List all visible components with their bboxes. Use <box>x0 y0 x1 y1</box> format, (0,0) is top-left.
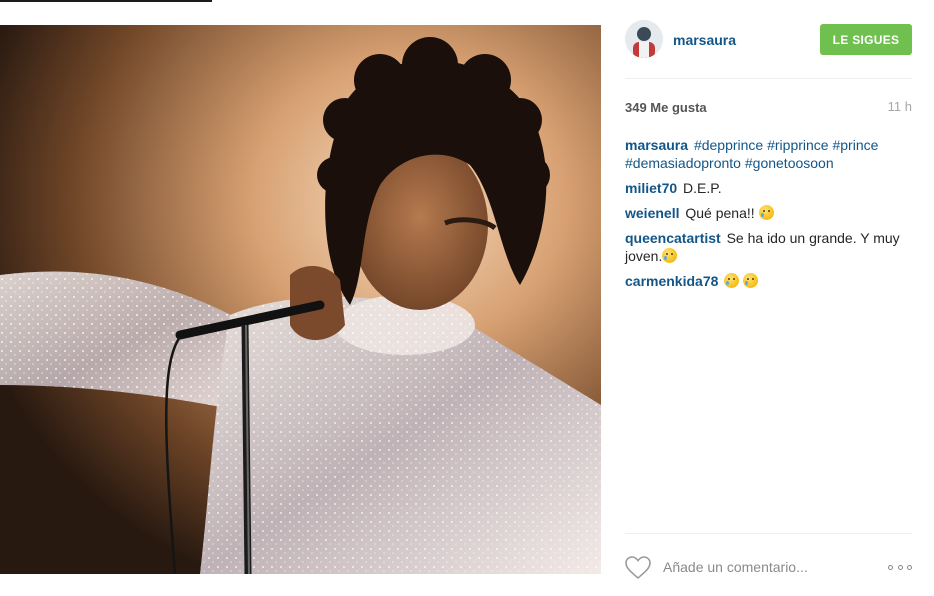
following-button[interactable]: LE SIGUES <box>820 24 912 55</box>
crying-face-icon <box>662 248 678 263</box>
comment-item: miliet70 D.E.P. <box>625 179 912 197</box>
author-avatar[interactable] <box>625 20 663 58</box>
post-side-panel: marsaura LE SIGUES 349 Me gusta 11 h mar… <box>625 0 912 596</box>
more-options-icon[interactable] <box>888 562 912 572</box>
comment-list: marsaura #depprince #ripprince #prince #… <box>625 136 912 297</box>
hashtag-link[interactable]: #demasiadopronto <box>625 155 741 171</box>
comment-item: weienell Qué pena!! <box>625 204 912 222</box>
post-stats: 349 Me gusta 11 h <box>625 99 912 117</box>
comment-item: carmenkida78 <box>625 272 912 290</box>
caption-username[interactable]: marsaura <box>625 137 688 153</box>
post-time[interactable]: 11 h <box>888 99 912 114</box>
comment-username[interactable]: queencatartist <box>625 230 721 246</box>
post-photo[interactable] <box>0 25 601 574</box>
crying-face-icon <box>758 205 774 220</box>
top-strip <box>0 0 601 25</box>
comment-username[interactable]: miliet70 <box>625 180 677 196</box>
hashtag-link[interactable]: #gonetoosoon <box>745 155 834 171</box>
comment-username[interactable]: carmenkida78 <box>625 273 718 289</box>
add-comment-input[interactable] <box>663 556 863 578</box>
comment-text: Qué pena!! <box>685 205 755 221</box>
like-heart-icon[interactable] <box>625 556 651 580</box>
hashtag-link[interactable]: #depprince <box>694 137 763 153</box>
comment-text: D.E.P. <box>683 180 722 196</box>
caption: marsaura #depprince #ripprince #prince #… <box>625 136 912 172</box>
comment-username[interactable]: weienell <box>625 205 679 221</box>
likes-count[interactable]: 349 Me gusta <box>625 100 707 115</box>
hashtag-link[interactable]: #ripprince <box>767 137 828 153</box>
crying-face-icon <box>743 273 759 288</box>
instagram-post: marsaura LE SIGUES 349 Me gusta 11 h mar… <box>0 0 934 596</box>
post-header: marsaura LE SIGUES <box>625 20 912 79</box>
hashtag-link[interactable]: #prince <box>832 137 878 153</box>
post-actions <box>625 533 912 596</box>
author-username-link[interactable]: marsaura <box>673 32 736 48</box>
heart-outline-icon <box>625 556 651 580</box>
crying-face-icon <box>724 273 740 288</box>
comment-item: queencatartist Se ha ido un grande. Y mu… <box>625 229 912 265</box>
concert-photo-illustration <box>0 25 601 574</box>
avatar-image <box>625 20 663 58</box>
